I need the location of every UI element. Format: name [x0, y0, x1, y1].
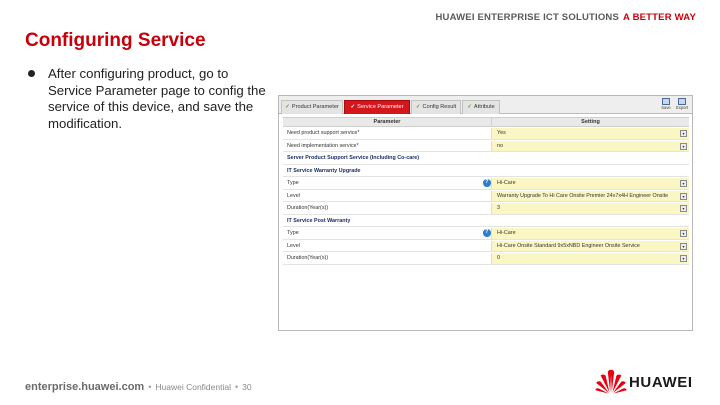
- row-parameter: Duration(Year(s)): [287, 205, 329, 211]
- row-parameter: Level: [287, 192, 300, 199]
- dropdown-arrow-icon[interactable]: ▾: [680, 192, 687, 200]
- row-parameter: Level: [287, 242, 300, 249]
- huawei-logo-icon: [595, 369, 627, 394]
- embedded-app-screenshot: ✓ Product Parameter ✓ Service Parameter ✓ C…: [278, 95, 693, 331]
- table-row: Need implementation service* no ▾: [283, 140, 689, 152]
- setting-value: Yes: [497, 130, 506, 136]
- check-icon: ✓: [350, 104, 356, 110]
- dropdown-arrow-icon[interactable]: ▾: [680, 230, 687, 237]
- slogan-text: HUAWEI ENTERPRISE ICT SOLUTIONS: [435, 12, 620, 23]
- table-row: Need product support service* Yes ▾: [283, 127, 689, 140]
- footer-site: enterprise.huawei.com: [25, 381, 145, 393]
- export-label: Export: [675, 105, 689, 110]
- section-row: Server Product Support Service (Includin…: [283, 152, 689, 165]
- setting-value: Hi-Care: [497, 230, 516, 236]
- setting-value: Hi-Care: [497, 180, 516, 186]
- setting-select[interactable]: Hi-Care ▾: [491, 228, 689, 239]
- tab-attribute[interactable]: ✓ Attribute: [462, 100, 500, 114]
- row-parameter: Type: [287, 230, 299, 236]
- column-header-parameter: Parameter: [373, 119, 401, 125]
- tab-label: Service Parameter: [357, 104, 404, 110]
- dropdown-arrow-icon[interactable]: ▾: [680, 242, 687, 250]
- setting-select[interactable]: Warranty Upgrade To Hi Care Onsite Premi…: [491, 190, 689, 201]
- column-header-setting: Setting: [491, 118, 689, 127]
- bullet-dot-icon: [28, 70, 35, 77]
- setting-select[interactable]: Yes ▾: [491, 128, 689, 139]
- dropdown-arrow-icon[interactable]: ▾: [680, 205, 687, 212]
- save-button[interactable]: Save: [659, 98, 673, 113]
- huawei-logo-text: HUAWEI: [629, 374, 693, 391]
- footer: enterprise.huawei.com • Huawei Confidentia…: [25, 381, 252, 393]
- tab-bar: ✓ Product Parameter ✓ Service Parameter ✓ C…: [279, 96, 692, 114]
- row-parameter: Need implementation service*: [287, 142, 359, 149]
- table-row: Duration(Year(s)) 3 ▾: [283, 202, 689, 215]
- check-icon: ✓: [415, 104, 421, 110]
- table-row: Level Hi-Care Onsite Standard 9x5xNBD En…: [283, 240, 689, 252]
- table-row: Type ? Hi-Care ▾: [283, 227, 689, 240]
- check-icon: ✓: [285, 104, 290, 110]
- footer-separator: •: [148, 382, 152, 392]
- setting-select[interactable]: 0 ▾: [491, 253, 689, 264]
- header-slogan: HUAWEI ENTERPRISE ICT SOLUTIONS A BETTER …: [435, 12, 696, 23]
- bullet-text: After configuring product, go to Service…: [48, 66, 266, 131]
- setting-select[interactable]: 3 ▾: [491, 203, 689, 214]
- table-row: Level Warranty Upgrade To Hi Care Onsite…: [283, 190, 689, 202]
- tab-service-parameter[interactable]: ✓ Service Parameter: [344, 100, 410, 114]
- slide-title: Configuring Service: [25, 30, 206, 51]
- setting-select[interactable]: Hi-Care ▾: [491, 178, 689, 189]
- help-icon[interactable]: ?: [483, 179, 491, 187]
- row-parameter: Type: [287, 180, 299, 186]
- section-title: IT Service Warranty Upgrade: [287, 167, 361, 174]
- setting-value: Warranty Upgrade To Hi Care Onsite Premi…: [497, 192, 669, 199]
- tab-label: Attribute: [473, 104, 495, 110]
- dropdown-arrow-icon[interactable]: ▾: [680, 255, 687, 262]
- section-title: IT Service Post Warranty: [287, 217, 351, 224]
- footer-separator: •: [234, 382, 239, 392]
- table-row: Type ? Hi-Care ▾: [283, 177, 689, 190]
- service-parameter-grid: Parameter Setting Need product support s…: [283, 117, 689, 265]
- setting-value: 3: [497, 205, 500, 211]
- tab-label: Config Result: [422, 104, 457, 110]
- tab-config-result[interactable]: ✓ Config Result: [411, 100, 461, 114]
- setting-value: no: [497, 142, 503, 149]
- save-label: Save: [661, 105, 671, 110]
- setting-value: 0: [497, 255, 500, 261]
- setting-select[interactable]: Hi-Care Onsite Standard 9x5xNBD Engineer…: [491, 240, 689, 251]
- tab-label: Product Parameter: [291, 104, 339, 110]
- save-icon: [662, 98, 670, 105]
- section-row: IT Service Warranty Upgrade: [283, 165, 689, 177]
- help-icon[interactable]: ?: [483, 229, 491, 237]
- grid-header: Parameter Setting: [283, 117, 689, 127]
- row-parameter: Duration(Year(s)): [287, 255, 329, 261]
- section-title: Server Product Support Service (Includin…: [287, 155, 420, 161]
- setting-select[interactable]: no ▾: [491, 140, 689, 151]
- export-icon: [678, 98, 686, 105]
- slogan-tagline: A BETTER WAY: [623, 12, 696, 23]
- section-row: IT Service Post Warranty: [283, 215, 689, 227]
- footer-confidential: Huawei Confidential: [155, 382, 231, 392]
- dropdown-arrow-icon[interactable]: ▾: [680, 180, 687, 187]
- row-parameter: Need product support service*: [287, 130, 360, 136]
- page-number: 30: [242, 382, 252, 392]
- setting-value: Hi-Care Onsite Standard 9x5xNBD Engineer…: [497, 242, 640, 249]
- check-icon: ✓: [467, 104, 472, 110]
- dropdown-arrow-icon[interactable]: ▾: [680, 142, 687, 150]
- export-button[interactable]: Export: [675, 98, 689, 113]
- table-row: Duration(Year(s)) 0 ▾: [283, 252, 689, 265]
- dropdown-arrow-icon[interactable]: ▾: [680, 130, 687, 137]
- tab-product-parameter[interactable]: ✓ Product Parameter: [281, 100, 343, 114]
